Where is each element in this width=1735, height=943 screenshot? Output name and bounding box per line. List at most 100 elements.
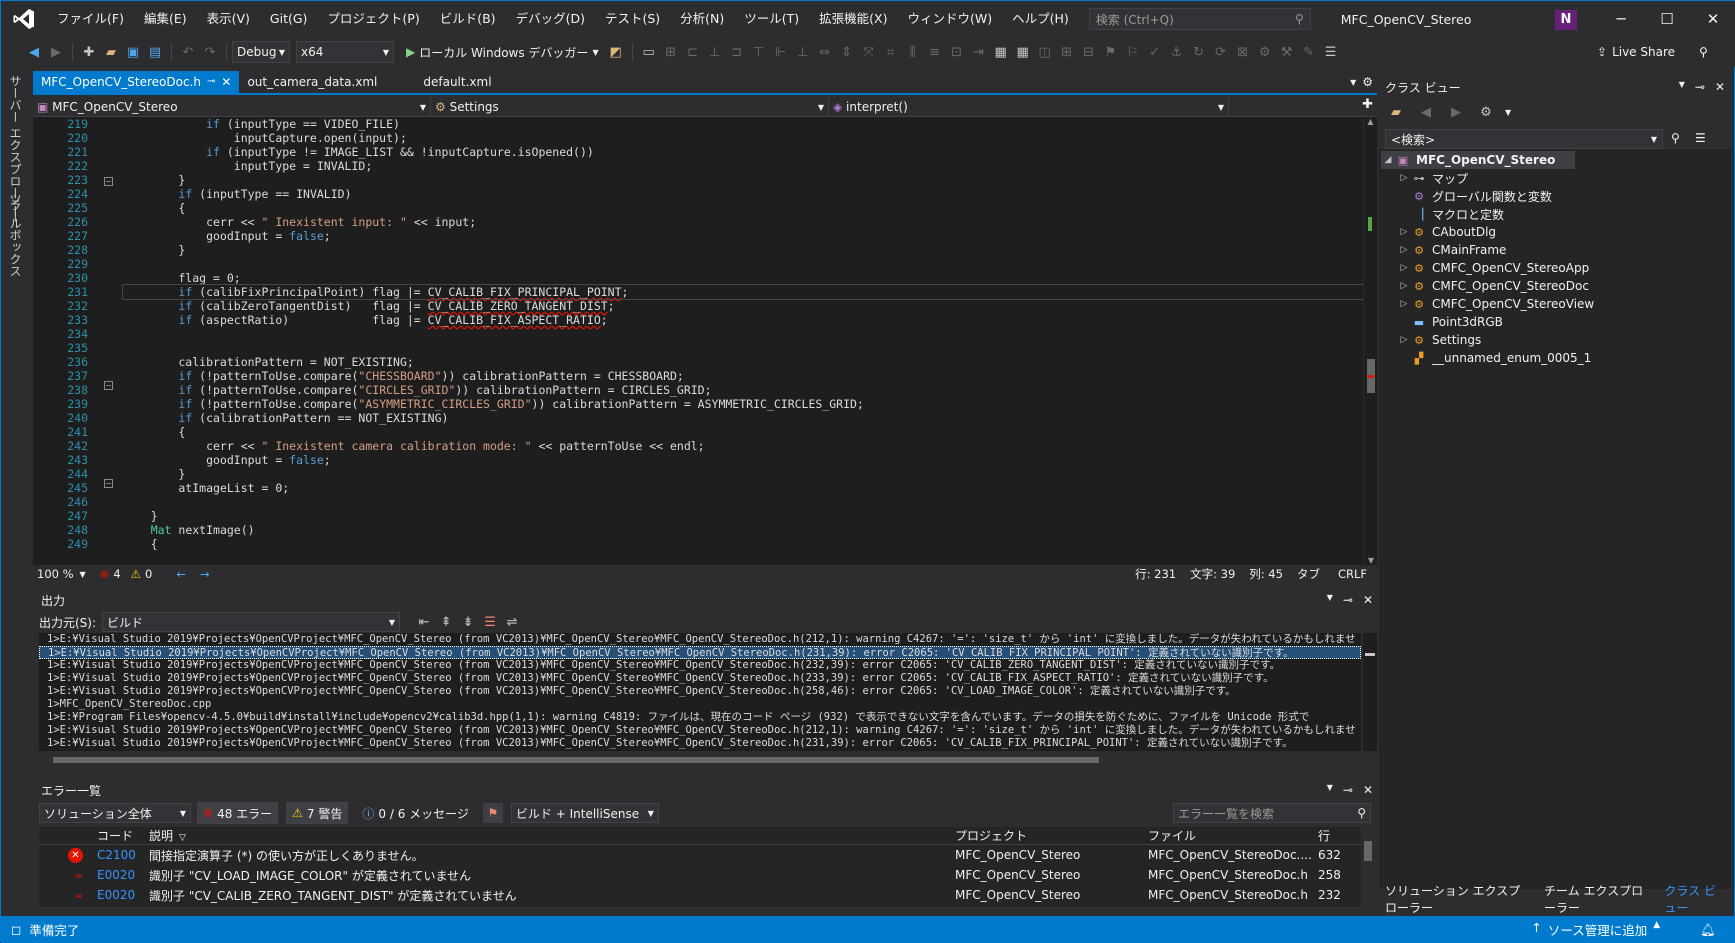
menu-item[interactable]: ファイル(F) [47, 1, 134, 37]
tab-out-camera-data[interactable]: out_camera_data.xml [239, 71, 385, 93]
bookmark-icon[interactable]: ⚑ [1101, 42, 1121, 62]
close-icon[interactable]: ✕ [221, 71, 231, 93]
class-view-item[interactable]: ⚙ グローバル関数と変数 [1379, 187, 1731, 205]
error-code-cell[interactable]: C2100 [91, 848, 143, 862]
new-folder-icon[interactable]: ▰ [1386, 102, 1406, 122]
forward-icon[interactable]: ▶ [46, 42, 66, 62]
class-view-item[interactable]: ▷ ⚙ CMainFrame [1379, 241, 1731, 259]
member-nav-select[interactable]: ◈ interpret() ▼ [829, 97, 1229, 117]
pin-icon[interactable]: ⊸ [207, 71, 215, 93]
column-header-code[interactable]: コード [91, 827, 143, 844]
expand-icon[interactable]: ▷ [1397, 227, 1411, 237]
tree-root[interactable]: ◢ ▣ MFC_OpenCV_Stereo [1381, 151, 1575, 169]
toolbar-icon-k[interactable]: ☰ [1321, 42, 1341, 62]
project-nav-select[interactable]: ▣ MFC_OpenCV_Stereo ▼ [33, 97, 431, 117]
settings-gear-icon[interactable]: ⚙ [1476, 102, 1496, 122]
toolbar-icon-i[interactable]: ⚙ [1255, 42, 1275, 62]
save-all-icon[interactable]: ▤ [145, 42, 165, 62]
live-share-button[interactable]: ⇪ Live Share ⚲ [1597, 37, 1708, 67]
split-editor-icon[interactable]: ✚ [1358, 97, 1377, 116]
gear-icon[interactable]: ⚙ [1362, 75, 1377, 93]
error-list-scrollbar[interactable] [1361, 827, 1375, 907]
tab-doc-h[interactable]: MFC_OpenCV_StereoDoc.h ⊸ ✕ [33, 71, 240, 93]
align-bottom-icon[interactable]: ⊥ [793, 42, 813, 62]
expanded-icon[interactable]: ◢ [1381, 155, 1395, 165]
maximize-icon[interactable]: ☐ [1644, 1, 1690, 37]
undo-icon[interactable]: ↶ [178, 42, 198, 62]
back-icon[interactable]: ◀ [24, 42, 44, 62]
find-message-icon[interactable]: ⇤ [414, 612, 434, 632]
align-middle-icon[interactable]: ⊩ [771, 42, 791, 62]
test-dialog-icon[interactable]: ▦ [991, 42, 1011, 62]
toolbar-icon-e[interactable]: ⚐ [1123, 42, 1143, 62]
close-icon[interactable]: ✕ [1363, 783, 1373, 797]
toolbar-icon-j[interactable]: ✎ [1299, 42, 1319, 62]
toolbox-tab[interactable]: ツールボックス [7, 193, 24, 277]
align-top-icon[interactable]: ⊤ [749, 42, 769, 62]
menu-item[interactable]: ツール(T) [734, 1, 809, 37]
toolbar-icon-f[interactable]: ✓ [1145, 42, 1165, 62]
tab-indicator[interactable]: タブ [1297, 566, 1320, 582]
menu-item[interactable]: Git(G) [260, 1, 318, 37]
menu-item[interactable]: ヘルプ(H) [1002, 1, 1079, 37]
scroll-up-icon[interactable]: ▲ [1364, 117, 1377, 126]
platform-select[interactable]: x64 ▼ [296, 41, 394, 63]
toolbar-icon-a[interactable]: ⊞ [661, 42, 681, 62]
collapse-icon[interactable]: − [104, 479, 113, 488]
new-project-icon[interactable]: ✚ [79, 42, 99, 62]
clear-all-icon[interactable]: ☰ [480, 612, 500, 632]
scroll-down-icon[interactable]: ▼ [1364, 556, 1378, 565]
spacing-v-icon[interactable]: ≡ [925, 42, 945, 62]
messages-filter-button[interactable]: ⓘ 0 / 6 メッセージ [356, 802, 475, 824]
open-folder-icon[interactable]: ▰ [101, 42, 121, 62]
menu-item[interactable]: ウィンドウ(W) [897, 1, 1002, 37]
tab-class-view[interactable]: クラス ビュー [1658, 882, 1731, 916]
resource-icon[interactable]: ▦ [1013, 42, 1033, 62]
attach-process-icon[interactable]: ◩ [606, 42, 626, 62]
output-line[interactable]: 1>E:¥Visual Studio 2019¥Projects¥OpenCVP… [39, 724, 1361, 737]
column-header-project[interactable]: プロジェクト [949, 827, 1142, 844]
warnings-filter-button[interactable]: ⚠ 7 警告 [286, 802, 349, 824]
output-text[interactable]: 1>E:¥Visual Studio 2019¥Projects¥OpenCVP… [39, 633, 1361, 751]
output-line[interactable]: 1>E:¥Visual Studio 2019¥Projects¥OpenCVP… [39, 659, 1361, 672]
scroll-thumb[interactable] [1364, 841, 1372, 861]
output-line[interactable]: 1>E:¥Visual Studio 2019¥Projects¥OpenCVP… [39, 685, 1361, 698]
search-icon[interactable]: ⚲ [1671, 131, 1680, 145]
expand-icon[interactable]: ▷ [1397, 299, 1411, 309]
pin-icon[interactable]: ⊸ [1343, 593, 1353, 607]
zoom-level[interactable]: 100 % [33, 567, 80, 581]
close-icon[interactable]: ✕ [1715, 80, 1725, 94]
start-debugger-button[interactable]: ▶ ローカル Windows デバッガー ▼ [406, 44, 599, 61]
scroll-thumb[interactable] [1365, 653, 1375, 656]
toolbar-icon-b[interactable]: ◫ [1035, 42, 1055, 62]
screen-icon[interactable]: ▭ [639, 42, 659, 62]
minimize-icon[interactable]: ─ [1598, 1, 1644, 37]
chevron-down-icon[interactable]: ▼ [1327, 783, 1333, 797]
menu-item[interactable]: テスト(S) [595, 1, 670, 37]
class-view-item[interactable]: ▷ ⚙ CMFC_OpenCV_StereoApp [1379, 259, 1731, 277]
close-icon[interactable]: ✕ [1363, 593, 1373, 607]
next-message-icon[interactable]: ⇟ [458, 612, 478, 632]
editor-vertical-scrollbar[interactable]: ▲ ▼ [1363, 117, 1377, 565]
filter-icon[interactable]: ⚑ [482, 803, 503, 823]
feedback-icon[interactable]: ⚲ [1699, 45, 1708, 59]
toolbar-icon-c[interactable]: ⊞ [1057, 42, 1077, 62]
scroll-thumb[interactable] [53, 757, 1099, 763]
error-row[interactable]: ≈ E0020 識別子 "CV_LOAD_IMAGE_COLOR" が定義されていま… [39, 865, 1361, 885]
class-view-item[interactable]: ▷ ⚙ CMFC_OpenCV_StereoView [1379, 295, 1731, 313]
build-intellisense-select[interactable]: ビルド + IntelliSense ▼ [510, 803, 659, 823]
error-row[interactable]: ≈ E0020 識別子 "CV_CALIB_ZERO_TANGENT_DIST" が… [39, 885, 1361, 905]
output-line[interactable]: 1>E:¥Visual Studio 2019¥Projects¥OpenCVP… [39, 633, 1361, 646]
global-search-input[interactable]: 検索 (Ctrl+Q) ⚲ [1088, 8, 1311, 30]
align-center-icon[interactable]: ⊥ [705, 42, 725, 62]
user-avatar[interactable]: N [1555, 10, 1577, 30]
error-code-cell[interactable]: E0020 [91, 868, 143, 882]
align-left-icon[interactable]: ⊏ [683, 42, 703, 62]
error-code-cell[interactable]: E0020 [91, 888, 143, 902]
redo-icon[interactable]: ↷ [200, 42, 220, 62]
eol-indicator[interactable]: CRLF [1338, 567, 1367, 581]
scope-nav-select[interactable]: ⚙ Settings ▼ [431, 97, 829, 117]
class-view-item[interactable]: ▷ ⚙ CMFC_OpenCV_StereoDoc [1379, 277, 1731, 295]
reload-icon[interactable]: ⟳ [1211, 42, 1231, 62]
configuration-select[interactable]: Debug ▼ [232, 41, 290, 63]
